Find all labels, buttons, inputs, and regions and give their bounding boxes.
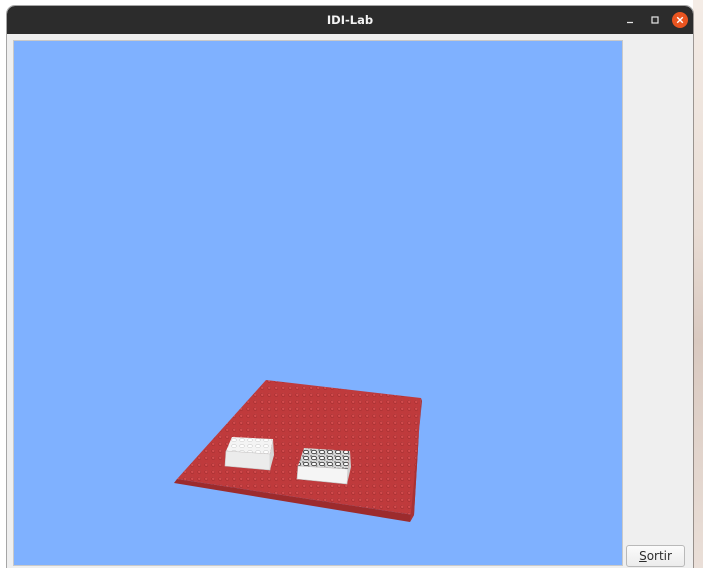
baseplate [174, 380, 422, 522]
close-icon [676, 16, 684, 24]
scene-render [174, 380, 422, 522]
maximize-button[interactable] [647, 12, 663, 28]
white-brick [224, 437, 274, 471]
speckled-brick [296, 448, 351, 485]
app-window: IDI-Lab Sortir [7, 6, 693, 568]
exit-button-label: ortir [646, 549, 672, 563]
minimize-icon [627, 21, 633, 24]
desktop-background [693, 0, 703, 568]
minimize-button[interactable] [622, 12, 638, 28]
window-content: Sortir [7, 34, 693, 568]
close-button[interactable] [672, 12, 688, 28]
window-title: IDI-Lab [326, 13, 374, 27]
maximize-icon [651, 16, 659, 24]
exit-button-mnemonic: S [639, 549, 647, 563]
exit-button[interactable]: Sortir [626, 545, 685, 567]
title-bar[interactable]: IDI-Lab [7, 6, 693, 34]
opengl-viewport[interactable] [13, 40, 623, 566]
